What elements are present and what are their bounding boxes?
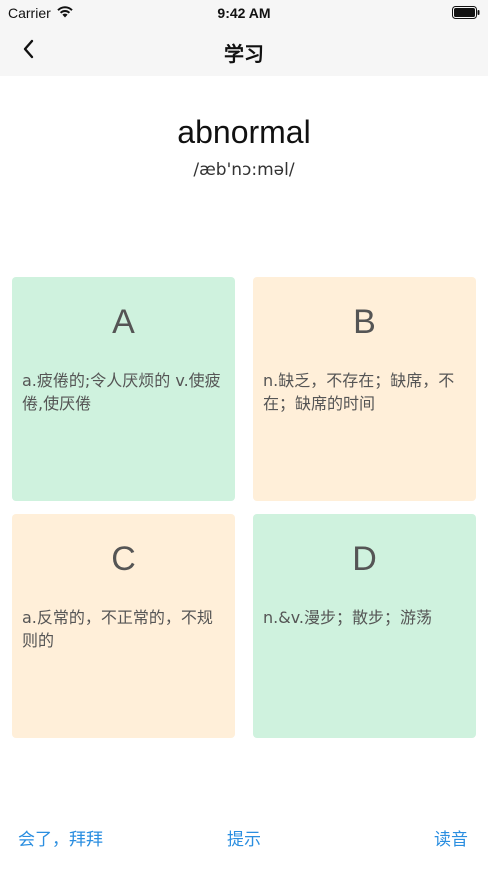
option-letter: D	[352, 540, 377, 578]
option-meaning: n.&v.漫步；散步；游荡	[263, 608, 433, 627]
option-meaning: a.疲倦的;令人厌烦的 v.使疲倦,使厌倦	[22, 371, 221, 413]
page-title: 学习	[224, 44, 264, 66]
option-letter: B	[353, 303, 376, 341]
status-bar: Carrier 9:42 AM	[0, 0, 488, 26]
battery-icon	[452, 6, 480, 19]
read-aloud-button[interactable]: 读音	[434, 825, 468, 850]
hint-button[interactable]: 提示	[0, 825, 488, 850]
option-card-b[interactable]: B n.缺乏，不存在；缺席，不在；缺席的时间	[253, 277, 476, 501]
word-area: abnormal /æb'nɔ:məl/	[0, 76, 488, 276]
word-text: abnormal	[177, 114, 311, 150]
option-meaning: n.缺乏，不存在；缺席，不在；缺席的时间	[263, 371, 455, 413]
word-phonetic: /æb'nɔ:məl/	[193, 160, 295, 180]
status-time: 9:42 AM	[217, 5, 271, 21]
option-card-d[interactable]: D n.&v.漫步；散步；游荡	[253, 514, 476, 738]
nav-bar: 学习	[0, 26, 488, 76]
option-meaning: a.反常的，不正常的，不规则的	[22, 608, 213, 650]
option-card-a[interactable]: A a.疲倦的;令人厌烦的 v.使疲倦,使厌倦	[12, 277, 235, 501]
option-letter: A	[112, 303, 135, 341]
option-letter: C	[111, 540, 136, 578]
option-card-c[interactable]: C a.反常的，不正常的，不规则的	[12, 514, 235, 738]
